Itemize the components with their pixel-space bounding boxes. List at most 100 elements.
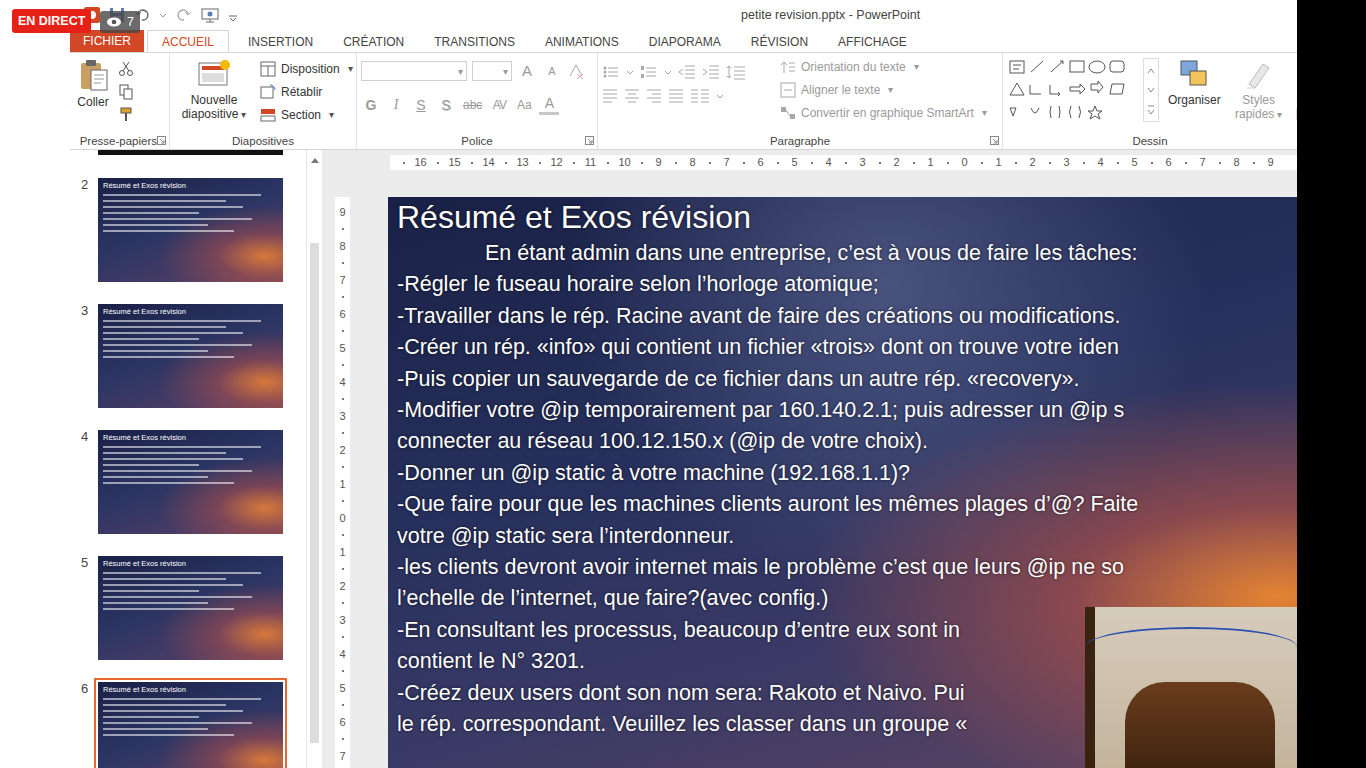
- slide-tool-label[interactable]: Section: [281, 108, 321, 122]
- previous-slide-thumbnail[interactable]: [98, 150, 283, 155]
- text-direction-icon[interactable]: [780, 59, 796, 75]
- slide-tool-dropdown[interactable]: ▾: [348, 63, 353, 74]
- font-style-button[interactable]: abc: [461, 95, 484, 115]
- smartart-icon[interactable]: [780, 105, 796, 121]
- paragraph-tool[interactable]: Orientation du texte ▾: [780, 58, 987, 75]
- font-size-field[interactable]: ▾: [472, 61, 512, 81]
- paste-label[interactable]: Coller: [77, 95, 108, 109]
- bullets-dropdown-icon[interactable]: [626, 64, 634, 80]
- ribbon-tab[interactable]: DIAPORAMA: [634, 30, 736, 52]
- font-style-button[interactable]: AV: [489, 95, 509, 115]
- new-slide-icon[interactable]: [197, 58, 231, 90]
- quick-styles-icon[interactable]: [1243, 58, 1275, 90]
- ribbon-tab[interactable]: CRÉATION: [328, 30, 419, 52]
- clear-formatting-icon[interactable]: [567, 62, 585, 80]
- font-name-field[interactable]: ▾: [361, 61, 467, 81]
- slide-tool-dropdown[interactable]: ▾: [329, 109, 334, 120]
- gallery-down-icon[interactable]: [1146, 81, 1156, 99]
- font-name-dropdown[interactable]: ▾: [458, 66, 463, 77]
- file-tab[interactable]: FICHIER: [70, 30, 144, 52]
- columns-dropdown-icon[interactable]: [716, 88, 724, 104]
- align-text-icon[interactable]: [780, 82, 796, 98]
- font-style-button[interactable]: G: [361, 95, 381, 115]
- new-slide-dropdown[interactable]: ▾: [241, 109, 246, 120]
- slide-title[interactable]: Résumé et Exos révision: [397, 197, 1297, 238]
- font-style-button[interactable]: Aa: [514, 95, 534, 115]
- arrange-label[interactable]: Organiser: [1168, 93, 1221, 107]
- thumbnail-item[interactable]: 2Résumé et Exos révision: [70, 178, 306, 282]
- undo-dropdown-icon[interactable]: [159, 7, 167, 23]
- paste-button[interactable]: Coller: [74, 58, 112, 109]
- customize-toolbar-icon[interactable]: [228, 7, 238, 23]
- scroll-up-icon[interactable]: [311, 158, 319, 163]
- thumbnail-item[interactable]: 5Résumé et Exos révision: [70, 556, 306, 660]
- slide-text-line[interactable]: -les clients devront avoir internet mais…: [397, 552, 1297, 583]
- thumbnail-item[interactable]: 3Résumé et Exos révision: [70, 304, 306, 408]
- ribbon-tab[interactable]: RÉVISION: [736, 30, 823, 52]
- slide-tool-label[interactable]: Rétablir: [281, 85, 322, 99]
- align-left-icon[interactable]: [602, 88, 618, 104]
- slide-thumbnail[interactable]: Résumé et Exos révision: [98, 430, 283, 534]
- paragraph-tool[interactable]: Aligner le texte▾: [780, 81, 987, 98]
- copy-icon[interactable]: [118, 83, 134, 100]
- arrange-icon[interactable]: [1178, 58, 1210, 90]
- slide-thumbnail[interactable]: Résumé et Exos révision: [98, 304, 283, 408]
- slide-tool[interactable]: Section ▾: [260, 106, 353, 123]
- numbering-icon[interactable]: [640, 64, 658, 80]
- reset-icon[interactable]: [260, 84, 276, 100]
- numbering-dropdown-icon[interactable]: [664, 64, 672, 80]
- slide-text-line[interactable]: connecter au réseau 100.12.150.x (@ip de…: [397, 426, 1297, 457]
- ribbon-tab[interactable]: TRANSITIONS: [419, 30, 530, 52]
- slide-thumbnail[interactable]: Résumé et Exos révision: [98, 682, 283, 768]
- increase-indent-icon[interactable]: [702, 64, 720, 80]
- slide-text-line[interactable]: -Travailler dans le rép. Racine avant de…: [397, 301, 1297, 332]
- font-style-button[interactable]: S: [411, 95, 431, 115]
- ribbon-tab[interactable]: ANIMATIONS: [530, 30, 634, 52]
- slide-thumbnail[interactable]: Résumé et Exos révision: [98, 178, 283, 282]
- thumbnails-scrollbar[interactable]: [306, 150, 322, 768]
- font-style-button[interactable]: S: [436, 95, 456, 115]
- layout-icon[interactable]: [260, 61, 276, 77]
- ribbon-tab[interactable]: INSERTION: [233, 30, 328, 52]
- new-slide-label[interactable]: Nouvelle diapositive: [182, 93, 239, 121]
- grow-font-button[interactable]: A: [517, 61, 537, 81]
- format-painter-icon[interactable]: [118, 106, 134, 123]
- redo-icon[interactable]: [176, 7, 192, 23]
- shapes-gallery[interactable]: [1007, 58, 1137, 124]
- eye-icon[interactable]: [106, 16, 122, 28]
- justify-icon[interactable]: [668, 88, 684, 104]
- quick-styles-label[interactable]: Styles rapides: [1235, 93, 1275, 121]
- slide-text-line[interactable]: -Puis copier un sauvegarde de ce fichier…: [397, 364, 1297, 395]
- scroll-thumb[interactable]: [310, 243, 319, 743]
- paragraph-tool-dropdown[interactable]: ▾: [888, 84, 893, 95]
- dialog-launcher-icon[interactable]: [585, 136, 594, 145]
- start-slideshow-icon[interactable]: [201, 7, 219, 23]
- align-center-icon[interactable]: [624, 88, 640, 104]
- paragraph-tool-dropdown[interactable]: ▾: [982, 107, 987, 118]
- slide-tool[interactable]: Rétablir: [260, 83, 353, 100]
- slide-text-line[interactable]: -Régler le fuseau horaire selon l’horlog…: [397, 269, 1297, 300]
- decrease-indent-icon[interactable]: [678, 64, 696, 80]
- slide-thumbnail[interactable]: Résumé et Exos révision: [98, 556, 283, 660]
- paragraph-tool[interactable]: Convertir en graphique SmartArt▾: [780, 104, 987, 121]
- quick-styles-button[interactable]: Styles rapides▾: [1230, 58, 1288, 122]
- ribbon-tab[interactable]: AFFICHAGE: [823, 30, 922, 52]
- bullets-icon[interactable]: [602, 64, 620, 80]
- section-icon[interactable]: [260, 107, 276, 123]
- shrink-font-button[interactable]: A: [542, 61, 562, 81]
- gallery-more-icon[interactable]: [1146, 101, 1156, 119]
- thumbnail-item[interactable]: 4Résumé et Exos révision: [70, 430, 306, 534]
- gallery-up-icon[interactable]: [1146, 61, 1156, 79]
- slide-tool-label[interactable]: Disposition: [281, 62, 340, 76]
- paragraph-tool-label[interactable]: Orientation du texte: [801, 60, 906, 74]
- dialog-launcher-icon[interactable]: [157, 136, 166, 145]
- arrange-button[interactable]: Organiser: [1165, 58, 1224, 107]
- new-slide-button[interactable]: Nouvelle diapositive▾: [174, 58, 254, 122]
- paste-icon[interactable]: [77, 58, 109, 92]
- slide-text-line[interactable]: -Donner un @ip static à votre machine (1…: [397, 458, 1297, 489]
- slide-text-line[interactable]: votre @ip static sera l’interdonneur.: [397, 521, 1297, 552]
- thumbnail-item[interactable]: 6Résumé et Exos révision: [70, 682, 306, 768]
- font-size-dropdown[interactable]: ▾: [503, 66, 508, 77]
- paragraph-tool-dropdown[interactable]: ▾: [914, 61, 919, 72]
- slide-text-line[interactable]: -Créer un rép. «info» qui contient un fi…: [397, 332, 1297, 363]
